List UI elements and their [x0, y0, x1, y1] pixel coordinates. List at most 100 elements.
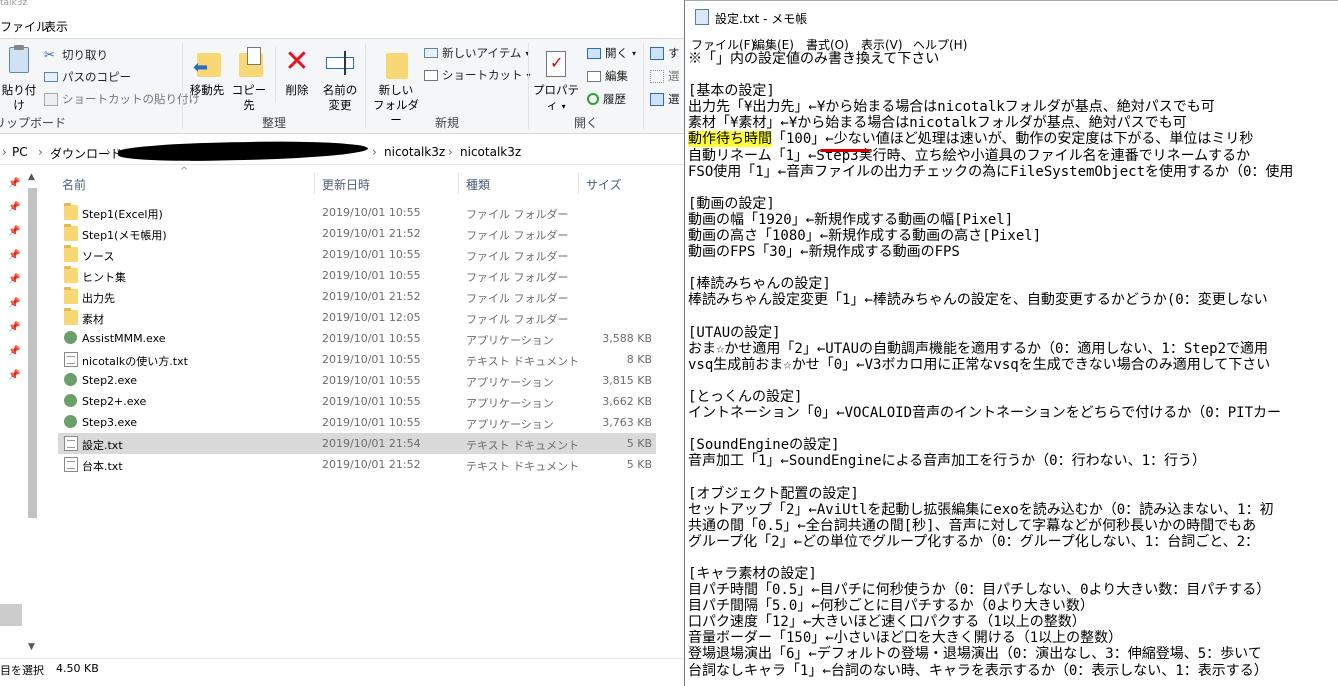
table-row[interactable]: 台本.txt 2019/10/01 21:52 テキスト ドキュメント 5 KB [58, 454, 656, 475]
text-line: 目パチ時間「0.5」←目パチに何秒使うか（0：目パチしない、0より大きい数：目パ… [688, 582, 1271, 599]
pin-icon[interactable]: 📌 [8, 226, 20, 237]
text-line: 動作待ち時間「100」←少ない値ほど処理は速いが、動作の安定度は下がる、単位はミ… [688, 131, 1338, 148]
table-row[interactable]: Step2+.exe 2019/10/01 10:55 アプリケーション 3,662 … [58, 391, 656, 412]
table-row[interactable]: 設定.txt 2019/10/01 21:54 テキスト ドキュメント 5 KB [58, 433, 656, 454]
file-name: 台本.txt [82, 460, 123, 473]
paste-button[interactable]: 貼り付け [0, 45, 40, 113]
history-button[interactable]: 履歴 [587, 91, 626, 107]
file-date: 2019/10/01 10:55 [322, 395, 421, 408]
select-all-button[interactable]: す [650, 45, 680, 61]
folder-icon [64, 224, 78, 241]
table-row[interactable]: Step3.exe 2019/10/01 10:55 アプリケーション 3,763 K… [58, 412, 656, 433]
new-item-label: 新しいアイテム [442, 46, 522, 60]
rename-button[interactable]: 名前の 変更 [317, 45, 363, 113]
column-header-name[interactable]: 名前 [62, 176, 86, 193]
cut-label: 切り取り [62, 48, 108, 62]
nav-selected-item[interactable] [0, 604, 22, 626]
pin-icon[interactable]: 📌 [8, 250, 20, 261]
scroll-up-icon[interactable]: ▲ [28, 172, 35, 182]
pin-icon[interactable]: 📌 [8, 322, 20, 333]
file-name: Step2+.exe [82, 395, 147, 408]
table-row[interactable]: 出力先 2019/10/01 21:52 ファイル フォルダー [58, 286, 656, 307]
organize-group: ⬅ 移動先 コピー先 ✕ 削除 名前の 変更 整理 [183, 39, 365, 133]
text-line: セットアップ「2」←AviUtlを起動し拡張編集にexoを読み込むか（0：読み込… [688, 501, 1274, 518]
ribbon-tabs: ファイル 表示 [0, 12, 684, 38]
text-line: 登場退場演出「6」←デフォルトの登場・退場演出（0：演出なし、3：伸縮登場、5：… [688, 646, 1262, 663]
tab-file[interactable]: ファイル [0, 18, 48, 35]
breadcrumb-pc[interactable]: PC [12, 145, 28, 159]
text-line: ※「」内の設定値のみ書き換えて下さい [688, 51, 940, 67]
pin-icon[interactable]: 📌 [8, 202, 20, 213]
file-date: 2019/10/01 21:52 [322, 290, 421, 303]
table-row[interactable]: Step1(Excel用) 2019/10/01 10:55 ファイル フォルダー [58, 202, 656, 223]
copy-to-icon [233, 45, 265, 79]
file-name: Step1(メモ帳用) [82, 229, 167, 242]
text-line: 自動リネーム「1」←Step3実行時、立ち絵や小道具のファイル名を連番でリネーム… [688, 147, 1251, 164]
clipboard-group: 貼り付け ✂ 切り取り パスのコピー ショートカットの貼り付け リップボード [0, 39, 200, 133]
breadcrumb-downloads[interactable]: ダウンロード [50, 145, 122, 162]
scrollbar-thumb[interactable] [28, 188, 37, 518]
select-none-button[interactable]: 選 [650, 68, 680, 84]
text-line: [UTAUの設定] [688, 324, 781, 341]
pin-icon[interactable]: 📌 [8, 346, 20, 357]
file-name: ヒント集 [82, 271, 126, 284]
invert-selection-button[interactable]: 選 [650, 91, 680, 107]
file-date: 2019/10/01 12:05 [322, 311, 421, 324]
text-line [688, 550, 1338, 566]
file-size: 3,588 KB [602, 332, 652, 345]
edit-button[interactable]: 編集 [587, 68, 628, 84]
pin-icon[interactable]: 📌 [8, 298, 20, 309]
column-header-size[interactable]: サイズ [586, 176, 622, 193]
history-icon [587, 93, 599, 105]
file-size: 3,815 KB [602, 374, 652, 387]
shortcut-button[interactable]: ショートカット ▾ [424, 67, 531, 83]
column-header-type[interactable]: 種類 [466, 176, 490, 193]
scroll-down-icon[interactable]: ▼ [28, 642, 35, 652]
pin-icon[interactable]: 📌 [8, 274, 20, 285]
notepad-title-bar: 設定.txt - メモ帳 [685, 0, 1338, 32]
table-row[interactable]: ソース 2019/10/01 10:55 ファイル フォルダー [58, 244, 656, 265]
text-line: FSO使用「1」←音声ファイルの出力チェックの為にFileSystemObjec… [688, 163, 1294, 180]
status-size: 4.50 KB [56, 662, 99, 675]
text-line: 動画の高さ「1080」←新規作成する動画の高さ[Pixel] [688, 228, 1042, 245]
text-line: [基本の設定] [688, 83, 775, 100]
file-name: AssistMMM.exe [82, 332, 166, 345]
file-name: Step3.exe [82, 416, 138, 429]
move-to-button[interactable]: ⬅ 移動先 [187, 45, 227, 98]
properties-button[interactable]: ✓ プロパティ ▾ [531, 45, 581, 114]
text-line [688, 469, 1338, 485]
nav-scrollbar[interactable]: ▲ ▼ [26, 168, 39, 658]
table-row[interactable]: Step2.exe 2019/10/01 10:55 アプリケーション 3,815 K… [58, 370, 656, 391]
tab-view[interactable]: 表示 [44, 18, 68, 35]
breadcrumb-folder-2[interactable]: nicotalk3z [460, 145, 521, 159]
notepad-text-area[interactable]: ※「」内の設定値のみ書き換えて下さい [基本の設定] 出力先「¥出力先」←¥から始… [688, 51, 1338, 679]
file-date: 2019/10/01 10:55 [322, 416, 421, 429]
text-line: おま☆かせ適用「2」←UTAUの自動調声機能を適用するか（0：適用しない、1：S… [688, 340, 1268, 357]
table-row[interactable]: AssistMMM.exe 2019/10/01 10:55 アプリケーション 3,5… [58, 328, 656, 349]
new-item-button[interactable]: 新しいアイテム ▾ [424, 45, 529, 61]
ribbon: 貼り付け ✂ 切り取り パスのコピー ショートカットの貼り付け リップボード ⬅… [0, 38, 684, 134]
cut-button[interactable]: ✂ 切り取り [44, 47, 108, 63]
breadcrumb-folder-1[interactable]: nicotalk3z [384, 145, 445, 159]
paste-shortcut-button[interactable]: ショートカットの貼り付け [44, 91, 200, 107]
table-row[interactable]: 素材 2019/10/01 12:05 ファイル フォルダー [58, 307, 656, 328]
delete-button[interactable]: ✕ 削除 [279, 45, 315, 98]
file-name: Step2.exe [82, 374, 138, 387]
rename-label-1: 名前の [322, 83, 358, 97]
text-line: [動画の設定] [688, 195, 775, 212]
edit-icon [587, 70, 601, 82]
move-to-label: 移動先 [189, 83, 225, 97]
copy-to-button[interactable]: コピー先 [227, 45, 271, 113]
file-type: テキスト ドキュメント [466, 439, 580, 452]
table-row[interactable]: nicotalkの使い方.txt 2019/10/01 10:55 テキスト ドキュ… [58, 349, 656, 370]
pin-icon[interactable]: 📌 [8, 178, 20, 189]
table-row[interactable]: Step1(メモ帳用) 2019/10/01 21:52 ファイル フォルダー [58, 223, 656, 244]
notepad-menu-bar: ファイル(F) 編集(E) 書式(O) 表示(V) ヘルプ(H) [685, 33, 1338, 53]
table-row[interactable]: ヒント集 2019/10/01 10:55 ファイル フォルダー [58, 265, 656, 286]
clipboard-group-label: リップボード [0, 116, 67, 130]
column-header-date[interactable]: 更新日時 [322, 176, 370, 193]
folder-icon [64, 287, 78, 304]
open-button[interactable]: 開く ▾ [587, 45, 636, 61]
pin-icon[interactable]: 📌 [8, 370, 20, 381]
copy-path-button[interactable]: パスのコピー [44, 69, 131, 85]
